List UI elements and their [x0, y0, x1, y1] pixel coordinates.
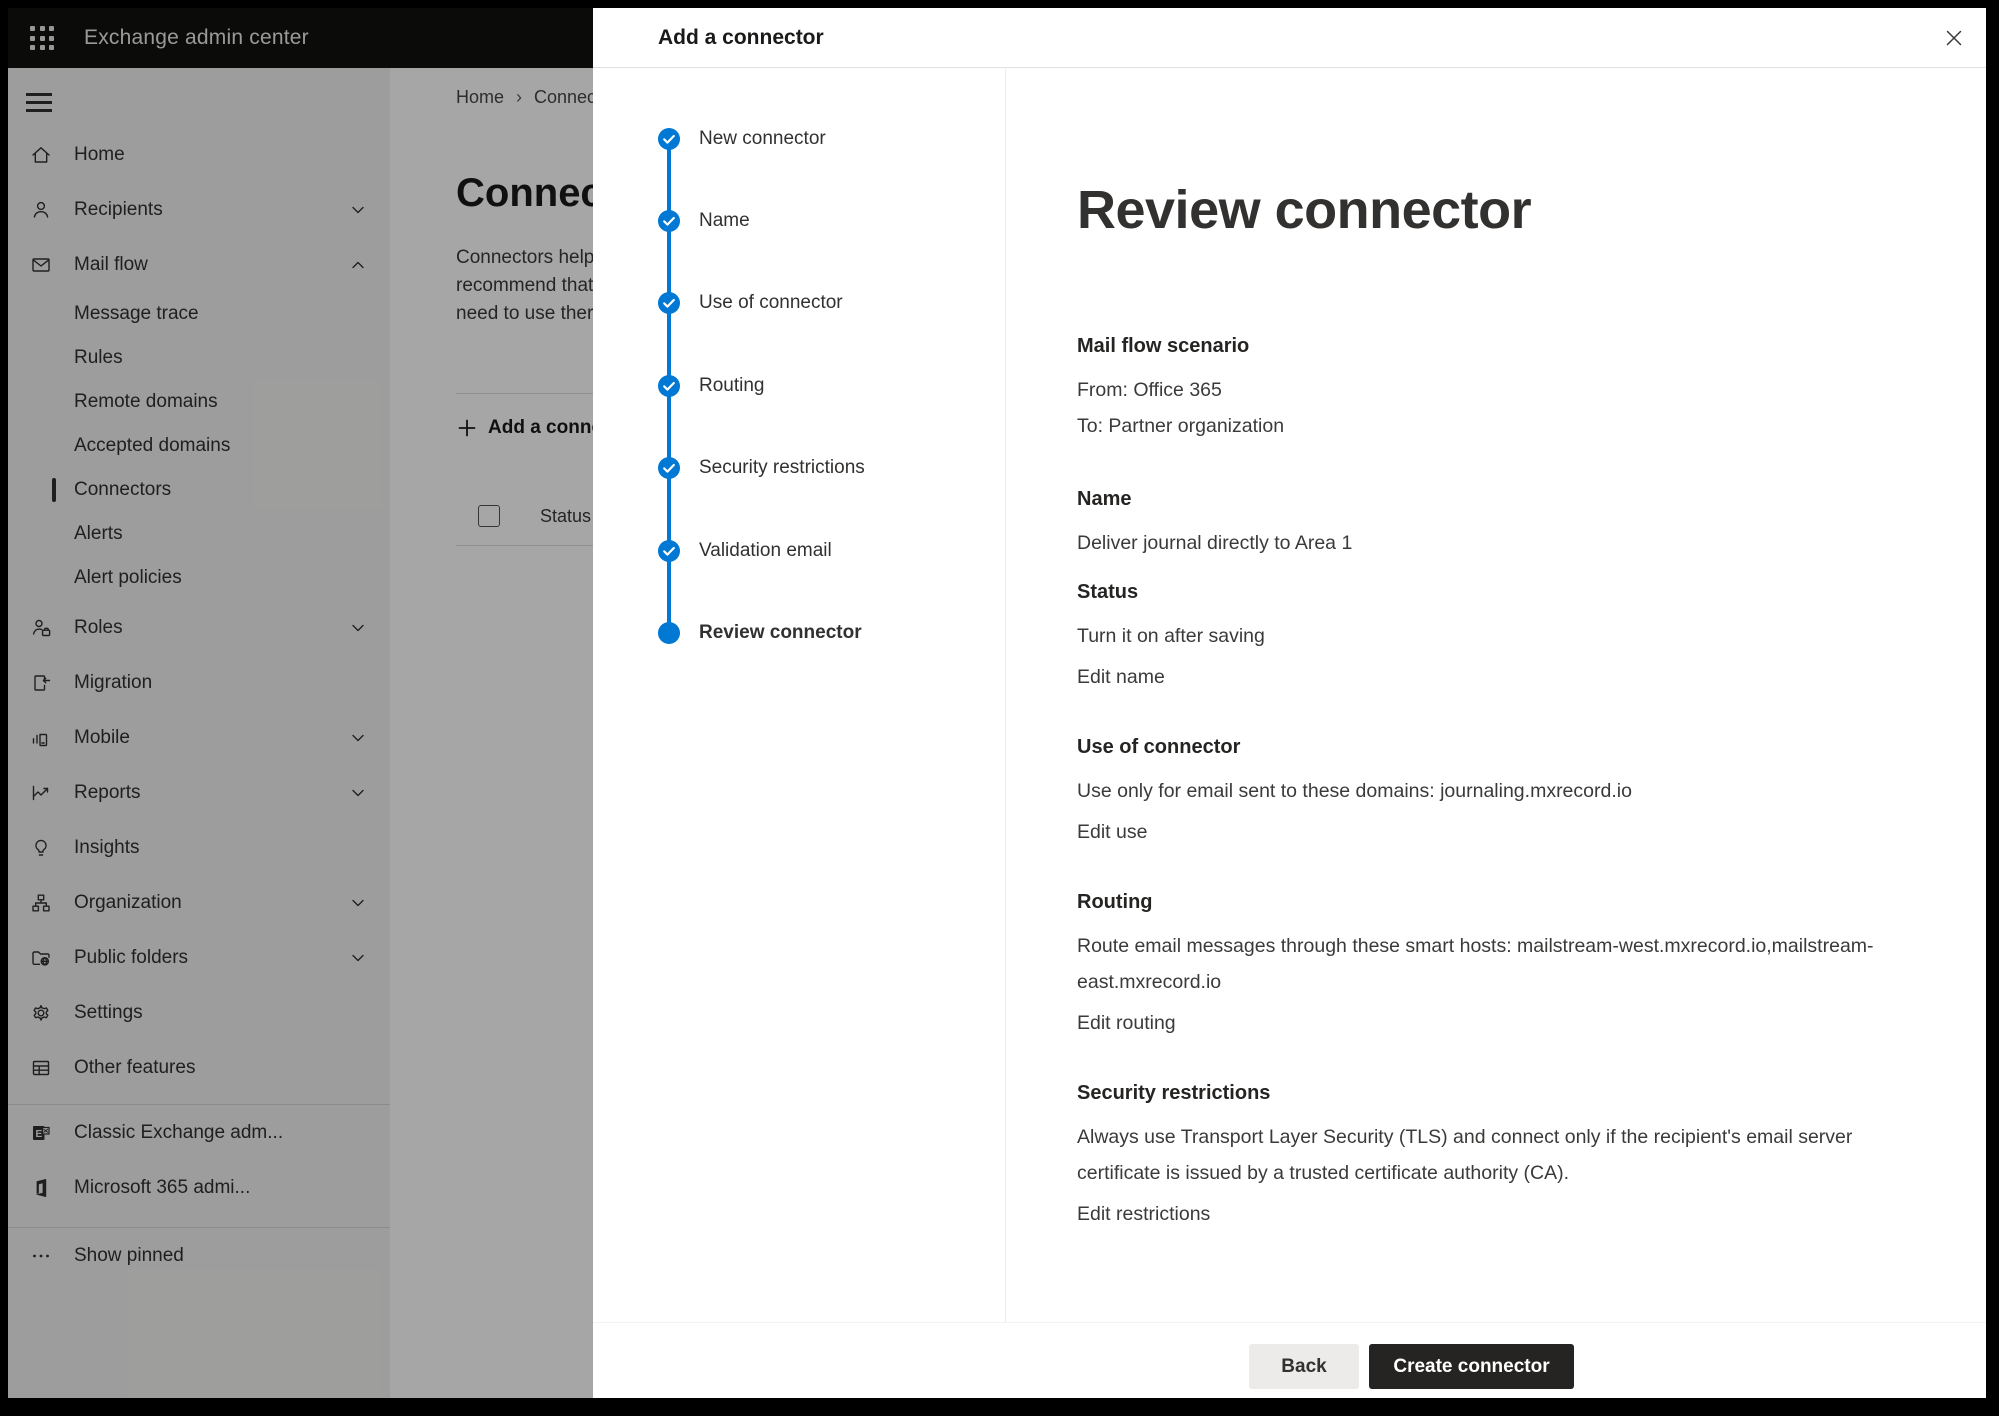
dialog-header: Add a connector [593, 8, 1986, 68]
create-connector-button[interactable]: Create connector [1369, 1344, 1574, 1389]
connector-name-value: Deliver journal directly to Area 1 [1077, 525, 1926, 561]
edit-routing-link[interactable]: Edit routing [1077, 1008, 1176, 1038]
dialog-footer: Back Create connector [593, 1322, 1986, 1398]
review-panel: Review connector Mail flow scenario From… [1005, 67, 1986, 1323]
security-value: Always use Transport Layer Security (TLS… [1077, 1119, 1926, 1191]
status-heading: Status [1077, 581, 1926, 604]
back-button[interactable]: Back [1249, 1344, 1359, 1389]
section-use-of-connector: Use of connector Use only for email sent… [1077, 736, 1926, 847]
section-heading: Mail flow scenario [1077, 335, 1926, 358]
app-window: Exchange admin center Home Recipients [8, 8, 1986, 1398]
close-button[interactable] [1938, 22, 1970, 54]
step-complete-icon [658, 457, 680, 479]
routing-value: Route email messages through these smart… [1077, 928, 1926, 1000]
step-complete-icon [658, 128, 680, 150]
wizard-steps: New connector Name Use of connector Rout… [593, 67, 1006, 1323]
step-current-icon [658, 622, 680, 644]
close-icon [1943, 27, 1965, 49]
use-value: Use only for email sent to these domains… [1077, 773, 1926, 809]
edit-name-link[interactable]: Edit name [1077, 662, 1165, 692]
mail-flow-from: From: Office 365 [1077, 372, 1926, 408]
screenshot-root: { "topbar": { "app_title": "Exchange adm… [0, 0, 1999, 1416]
add-connector-dialog: Add a connector New connector Name Use o… [593, 8, 1986, 1398]
section-heading: Use of connector [1077, 736, 1926, 759]
status-value: Turn it on after saving [1077, 618, 1926, 654]
mail-flow-to: To: Partner organization [1077, 408, 1926, 444]
dialog-title: Add a connector [658, 8, 824, 67]
step-complete-icon [658, 292, 680, 314]
review-title: Review connector [1077, 179, 1926, 241]
step-complete-icon [658, 540, 680, 562]
section-heading: Routing [1077, 891, 1926, 914]
section-heading: Security restrictions [1077, 1082, 1926, 1105]
section-heading: Name [1077, 488, 1926, 511]
edit-restrictions-link[interactable]: Edit restrictions [1077, 1199, 1210, 1229]
section-mail-flow-scenario: Mail flow scenario From: Office 365 To: … [1077, 335, 1926, 444]
section-name: Name Deliver journal directly to Area 1 … [1077, 488, 1926, 692]
step-complete-icon [658, 210, 680, 232]
section-routing: Routing Route email messages through the… [1077, 891, 1926, 1038]
section-security-restrictions: Security restrictions Always use Transpo… [1077, 1082, 1926, 1229]
step-complete-icon [658, 375, 680, 397]
edit-use-link[interactable]: Edit use [1077, 817, 1147, 847]
